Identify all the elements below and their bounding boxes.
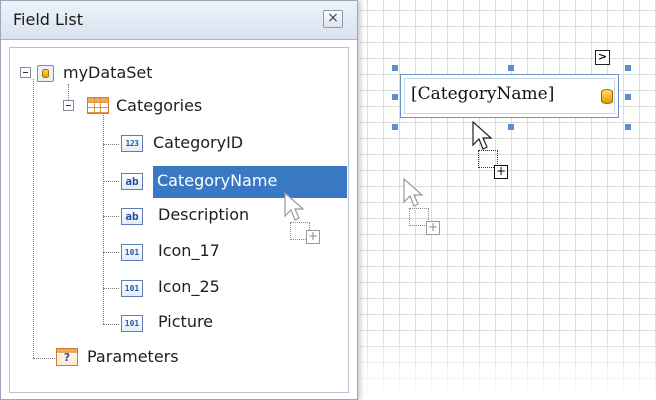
string-field-icon: ab	[121, 208, 143, 225]
numeric-field-icon: 123	[121, 135, 143, 152]
binary-field-icon: 101	[121, 244, 143, 261]
question-mark-icon: ?	[63, 351, 71, 364]
tree-node-field[interactable]: Icon_17	[158, 241, 220, 261]
bound-label-inner: [CategoryName]	[404, 78, 615, 114]
binary-field-icon: 101	[121, 280, 143, 297]
collapse-toggle-categories[interactable]	[63, 100, 74, 111]
bound-field-text: [CategoryName]	[411, 84, 555, 104]
table-icon	[87, 97, 109, 114]
tree-connector	[33, 79, 34, 358]
resize-handle[interactable]	[625, 65, 631, 71]
resize-handle[interactable]	[392, 94, 398, 100]
tree-node-categories[interactable]: Categories	[116, 96, 202, 116]
resize-handle[interactable]	[392, 65, 398, 71]
bound-label-control[interactable]: [CategoryName]	[400, 74, 619, 118]
tree-node-parameters[interactable]: Parameters	[87, 347, 179, 367]
drop-plus-icon: +	[494, 164, 508, 179]
tree-connector	[33, 358, 55, 359]
resize-handle[interactable]	[625, 94, 631, 100]
tree-node-field[interactable]: CategoryID	[153, 133, 243, 153]
tree-connector	[103, 144, 119, 145]
design-surface-fade	[360, 330, 656, 400]
panel-title: Field List	[13, 10, 83, 29]
collapse-toggle-dataset[interactable]	[20, 67, 31, 78]
tree-connector	[103, 252, 119, 253]
drop-plus-icon: +	[426, 220, 440, 235]
resize-handle[interactable]	[508, 124, 514, 130]
field-list-header: Field List ×	[1, 1, 357, 40]
smart-tag-button[interactable]: >	[595, 50, 610, 65]
resize-handle[interactable]	[508, 65, 514, 71]
resize-handle[interactable]	[625, 124, 631, 130]
drop-plus-icon: +	[306, 229, 320, 244]
tree-connector	[103, 181, 119, 182]
close-button[interactable]: ×	[323, 10, 343, 28]
tree-connector	[103, 324, 119, 325]
binary-field-icon: 101	[121, 315, 143, 332]
tree-connector	[103, 288, 119, 289]
drag-cursor-icon	[284, 192, 305, 221]
parameters-icon: ?	[56, 348, 78, 366]
tree-node-field[interactable]: Description	[158, 205, 249, 225]
string-field-icon: ab	[121, 173, 143, 190]
tree-connector	[103, 216, 119, 217]
tree-node-dataset[interactable]: myDataSet	[63, 63, 153, 83]
drag-cursor-icon	[403, 178, 424, 207]
tree-node-field[interactable]: Picture	[158, 312, 213, 332]
tree-node-field-selected[interactable]: CategoryName	[157, 171, 277, 191]
close-icon: ×	[327, 10, 339, 26]
tree-node-field[interactable]: Icon_25	[158, 277, 220, 297]
database-icon	[601, 89, 613, 104]
resize-handle[interactable]	[392, 124, 398, 130]
dataset-icon	[37, 65, 54, 82]
